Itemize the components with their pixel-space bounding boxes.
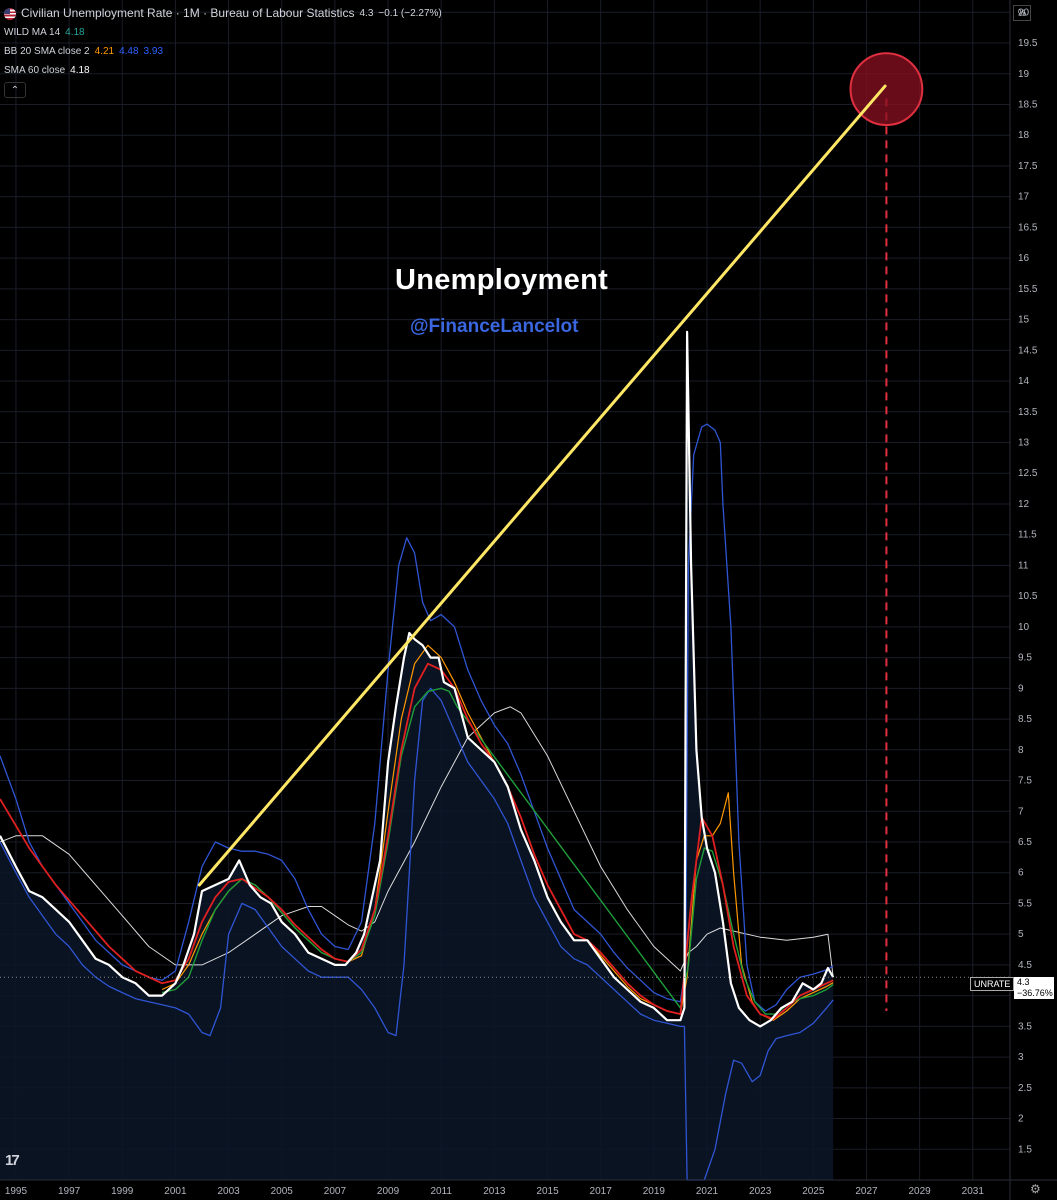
- x-tick-label: 2027: [855, 1186, 878, 1197]
- x-tick-label: 2031: [962, 1186, 985, 1197]
- y-tick-label: 7.5: [1018, 776, 1032, 787]
- indicator-name: BB 20 SMA close 2: [4, 46, 90, 57]
- indicator-value: 4.18: [70, 65, 90, 76]
- x-tick-label: 2019: [643, 1186, 666, 1197]
- legend-indicator-row[interactable]: WILD MA 14 4.18: [4, 23, 442, 42]
- y-tick-label: 3.5: [1018, 1021, 1032, 1032]
- price-tag-pct: −36.76%: [1017, 988, 1053, 998]
- tradingview-logo: 17: [5, 1152, 20, 1169]
- y-tick-label: 7: [1018, 806, 1024, 817]
- collapse-legend-button[interactable]: ⌃: [4, 82, 26, 98]
- indicator-name: WILD MA 14: [4, 27, 61, 38]
- symbol-title: Civilian Unemployment Rate · 1M · Bureau…: [21, 6, 355, 20]
- y-tick-label: 9: [1018, 683, 1024, 694]
- legend-title-row[interactable]: Civilian Unemployment Rate · 1M · Bureau…: [4, 4, 442, 23]
- y-tick-label: 1.5: [1018, 1144, 1032, 1155]
- legend-indicator-row[interactable]: SMA 60 close 4.18: [4, 61, 442, 80]
- y-tick-label: 9.5: [1018, 653, 1032, 664]
- x-tick-label: 1995: [5, 1186, 28, 1197]
- annotation-title: Unemployment: [395, 264, 609, 296]
- y-tick-label: 6: [1018, 868, 1024, 879]
- y-tick-label: 4.5: [1018, 960, 1032, 971]
- trend-line: [197, 84, 887, 887]
- indicator-value: 4.21: [94, 46, 115, 57]
- y-tick-label: 15.5: [1018, 284, 1038, 295]
- x-tick-label: 2021: [696, 1186, 719, 1197]
- y-tick-label: 6.5: [1018, 837, 1032, 848]
- price-tag-value: 4.3 −36.76%: [1014, 977, 1054, 999]
- y-tick-label: 11.5: [1018, 530, 1037, 541]
- y-tick-label: 3: [1018, 1052, 1024, 1063]
- y-axis[interactable]: 1.522.533.544.555.566.577.588.599.51010.…: [1009, 0, 1038, 1200]
- x-tick-label: 2001: [164, 1186, 187, 1197]
- us-flag-icon: [4, 7, 16, 20]
- price-tag-symbol: UNRATE: [970, 977, 1015, 991]
- y-tick-label: 13.5: [1018, 407, 1038, 418]
- x-tick-label: 2011: [430, 1186, 452, 1197]
- y-tick-label: 19: [1018, 69, 1030, 80]
- y-tick-label: 5.5: [1018, 898, 1032, 909]
- y-tick-label: 5: [1018, 929, 1024, 940]
- x-tick-label: 2029: [909, 1186, 932, 1197]
- y-tick-label: 11: [1018, 560, 1029, 571]
- y-tick-label: 16.5: [1018, 222, 1038, 233]
- y-tick-label: 18.5: [1018, 99, 1038, 110]
- y-tick-label: 10.5: [1018, 591, 1038, 602]
- y-tick-label: 10: [1018, 622, 1030, 633]
- y-tick-label: 12.5: [1018, 468, 1038, 479]
- x-axis[interactable]: 1995 1997 1999 2001 2003 2005 2007 2009 2011 2013…: [0, 1179, 1057, 1197]
- y-tick-label: 13: [1018, 438, 1030, 449]
- indicator-name: SMA 60 close: [4, 65, 66, 76]
- x-tick-label: 2005: [271, 1186, 294, 1197]
- x-tick-label: 1999: [111, 1186, 134, 1197]
- axis-unit-label[interactable]: %: [1013, 5, 1031, 21]
- y-tick-label: 12: [1018, 499, 1030, 510]
- price-tag-last: 4.3: [1017, 977, 1030, 987]
- last-value: 4.3: [359, 8, 374, 19]
- y-tick-label: 8.5: [1018, 714, 1032, 725]
- indicator-value: 4.48: [119, 46, 139, 57]
- x-tick-label: 2003: [217, 1186, 240, 1197]
- y-tick-label: 14.5: [1018, 345, 1038, 356]
- y-tick-label: 19.5: [1018, 38, 1038, 49]
- annotation-handle: @FinanceLancelot: [410, 316, 579, 337]
- x-tick-label: 2025: [802, 1186, 825, 1197]
- y-tick-label: 15: [1018, 315, 1030, 326]
- indicator-value: 3.93: [143, 46, 164, 57]
- y-tick-label: 14: [1018, 376, 1030, 387]
- x-tick-label: 2013: [483, 1186, 506, 1197]
- chart-canvas[interactable]: 1995 1997 1999 2001 2003 2005 2007 2009 2011 2013…: [0, 0, 1057, 1200]
- y-tick-label: 18: [1018, 130, 1030, 141]
- y-tick-label: 16: [1018, 253, 1030, 264]
- chart-legend: Civilian Unemployment Rate · 1M · Bureau…: [4, 4, 442, 98]
- x-tick-label: 2009: [377, 1186, 400, 1197]
- x-tick-label: 2023: [749, 1186, 772, 1197]
- indicator-value: 4.18: [65, 27, 85, 38]
- settings-gear-icon[interactable]: ⚙: [1030, 1182, 1041, 1196]
- x-tick-label: 1997: [58, 1186, 81, 1197]
- x-tick-label: 2007: [324, 1186, 347, 1197]
- y-tick-label: 2.5: [1018, 1083, 1032, 1094]
- x-tick-label: 2015: [536, 1186, 559, 1197]
- y-tick-label: 17.5: [1018, 161, 1038, 172]
- change-value: −0.1 (−2.27%): [378, 8, 442, 19]
- x-tick-label: 2017: [590, 1186, 613, 1197]
- y-tick-label: 8: [1018, 745, 1024, 756]
- y-tick-label: 17: [1018, 192, 1030, 203]
- legend-indicator-row[interactable]: BB 20 SMA close 2 4.21 4.48 3.93: [4, 42, 442, 61]
- y-tick-label: 2: [1018, 1114, 1024, 1125]
